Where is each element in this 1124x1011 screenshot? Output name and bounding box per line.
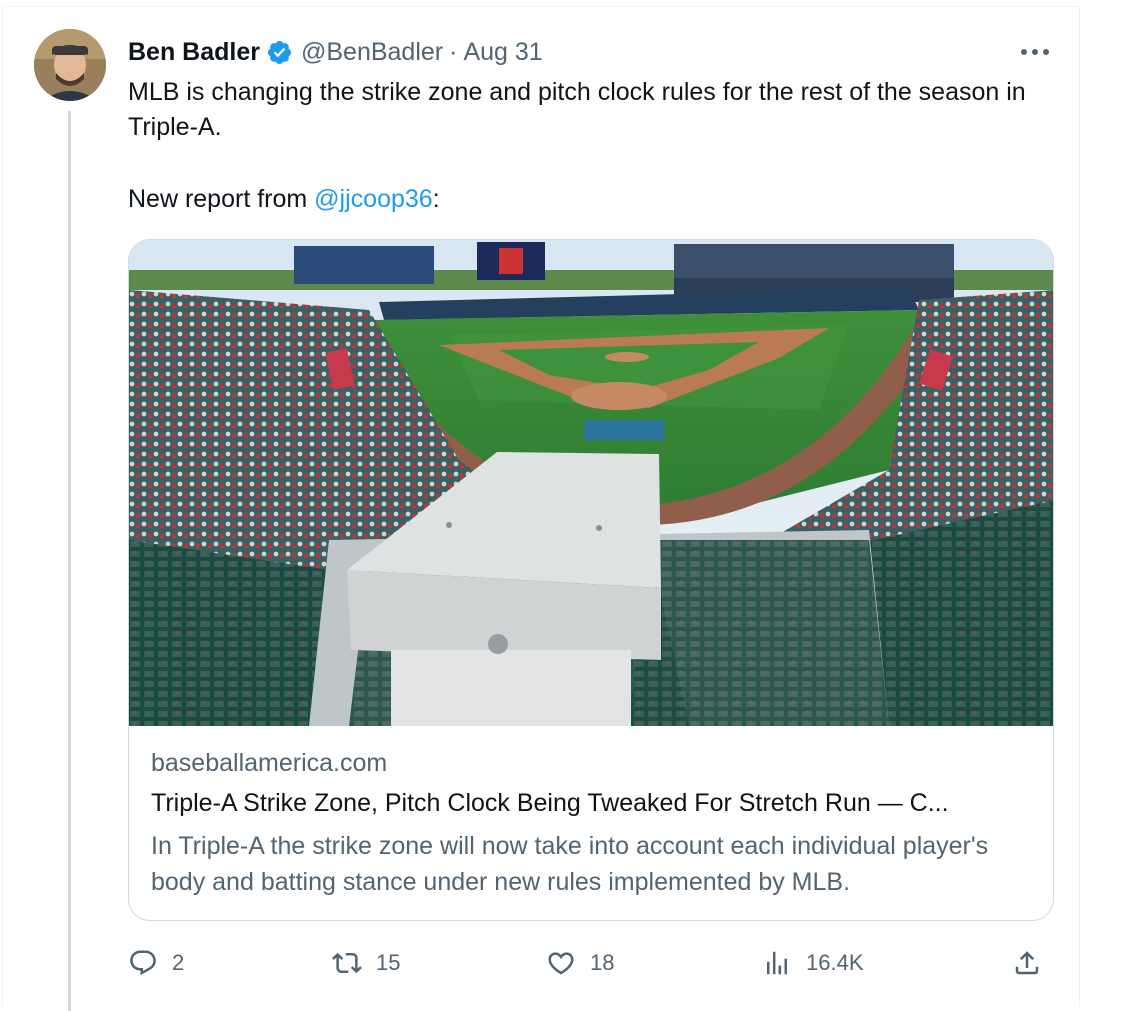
more-options-icon[interactable] — [1013, 37, 1057, 67]
reply-count: 2 — [172, 950, 185, 975]
card-domain[interactable]: baseballamerica.com — [151, 749, 387, 778]
like-button[interactable]: 18 — [546, 945, 614, 981]
link-card[interactable]: baseballamerica.com Triple-A Strike Zone… — [128, 239, 1054, 921]
thread-line — [68, 111, 71, 1011]
share-icon — [1015, 951, 1039, 975]
card-image[interactable] — [129, 240, 1053, 726]
tweet-header: Ben Badler @BenBadler · Aug 31 — [128, 35, 543, 69]
avatar-image — [34, 29, 106, 101]
separator-dot: · — [449, 37, 458, 66]
author-handle[interactable]: @BenBadler — [301, 38, 443, 67]
repost-button[interactable]: 15 — [332, 945, 400, 981]
tweet-actions: 2 15 18 16.4K — [128, 945, 1048, 981]
verified-badge-icon — [266, 39, 293, 66]
ballpark-photo — [129, 240, 1053, 726]
avatar[interactable] — [34, 29, 106, 101]
tweet-article[interactable]: Ben Badler @BenBadler · Aug 31 MLB is ch… — [2, 6, 1080, 1011]
views-button[interactable]: 16.4K — [762, 945, 864, 981]
card-title[interactable]: Triple-A Strike Zone, Pitch Clock Being … — [151, 789, 1031, 818]
views-count: 16.4K — [806, 950, 864, 975]
report-prefix: New report from — [128, 185, 315, 213]
like-count: 18 — [590, 950, 615, 975]
tweet-text-line-1: MLB is changing the strike zone and pitc… — [128, 78, 1026, 141]
card-description: In Triple-A the strike zone will now tak… — [151, 832, 989, 896]
author-name[interactable]: Ben Badler — [128, 38, 260, 67]
share-button[interactable] — [1012, 945, 1042, 981]
mention-link[interactable]: @jjcoop36 — [314, 185, 433, 213]
repost-icon — [332, 952, 362, 974]
reply-icon — [130, 950, 156, 976]
views-icon — [767, 951, 787, 975]
repost-count: 15 — [376, 950, 401, 975]
tweet-text-line-2: New report from @jjcoop36: — [128, 182, 1028, 217]
tweet-text: MLB is changing the strike zone and pitc… — [128, 75, 1028, 217]
reply-button[interactable]: 2 — [128, 945, 184, 981]
tweet-date[interactable]: Aug 31 — [463, 38, 542, 67]
report-suffix: : — [432, 185, 440, 213]
like-icon — [548, 952, 574, 975]
